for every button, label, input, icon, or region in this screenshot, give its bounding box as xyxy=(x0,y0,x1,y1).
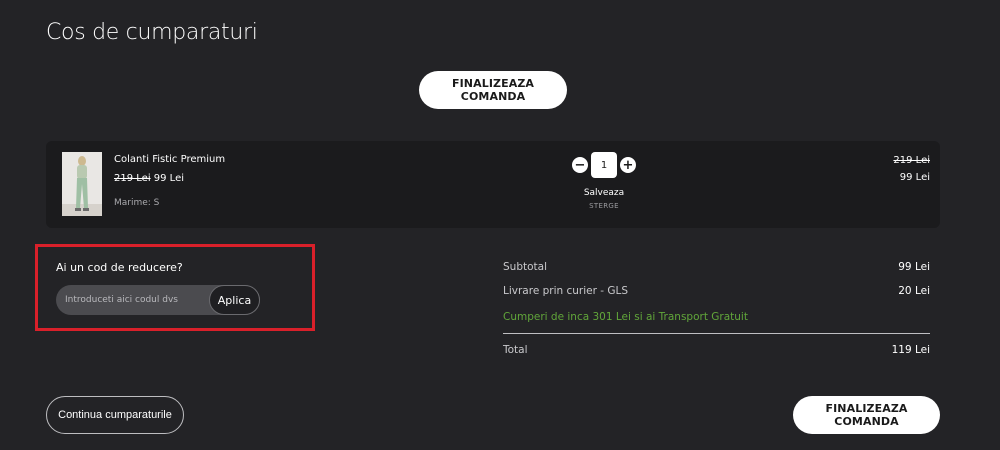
checkout-button-top[interactable]: FINALIZEAZA COMANDA xyxy=(419,71,567,109)
product-thumbnail[interactable] xyxy=(62,152,102,216)
product-old-price: 219 Lei xyxy=(114,173,151,184)
quantity-stepper: − 1 + xyxy=(572,152,636,178)
coupon-form: Aplica xyxy=(56,285,260,315)
subtotal-value: 99 Lei xyxy=(898,261,930,273)
total-label: Total xyxy=(503,344,528,356)
shipping-label: Livrare prin curier - GLS xyxy=(503,285,629,297)
free-shipping-note: Cumperi de inca 301 Lei si ai Transport … xyxy=(503,311,748,323)
delete-item-link[interactable]: STERGE xyxy=(572,202,636,210)
product-name[interactable]: Colanti Fistic Premium xyxy=(114,154,225,165)
shipping-value: 20 Lei xyxy=(898,285,930,297)
quantity-input[interactable]: 1 xyxy=(591,152,617,178)
checkout-button-bottom[interactable]: FINALIZEAZA COMANDA xyxy=(793,396,940,434)
decrease-quantity-button[interactable]: − xyxy=(572,157,588,173)
row-price: 99 Lei xyxy=(899,172,930,183)
coupon-input[interactable] xyxy=(65,285,205,315)
cart-item-row: Colanti Fistic Premium 219 Lei 99 Lei Ma… xyxy=(46,141,940,228)
row-old-price: 219 Lei xyxy=(893,155,930,166)
product-prices: 219 Lei 99 Lei xyxy=(114,173,184,184)
coupon-label: Ai un cod de reducere? xyxy=(56,261,183,274)
minus-icon: − xyxy=(574,157,586,173)
save-for-later-link[interactable]: Salveaza xyxy=(572,188,636,198)
product-size: Marime: S xyxy=(114,198,160,208)
increase-quantity-button[interactable]: + xyxy=(620,157,636,173)
product-price: 99 Lei xyxy=(153,173,185,184)
summary-divider xyxy=(503,333,930,334)
continue-shopping-button[interactable]: Continua cumparaturile xyxy=(46,396,184,434)
total-value: 119 Lei xyxy=(891,344,930,356)
plus-icon: + xyxy=(622,157,634,173)
subtotal-label: Subtotal xyxy=(503,261,547,273)
page-title: Cos de cumparaturi xyxy=(46,20,258,45)
apply-coupon-button[interactable]: Aplica xyxy=(209,285,260,315)
